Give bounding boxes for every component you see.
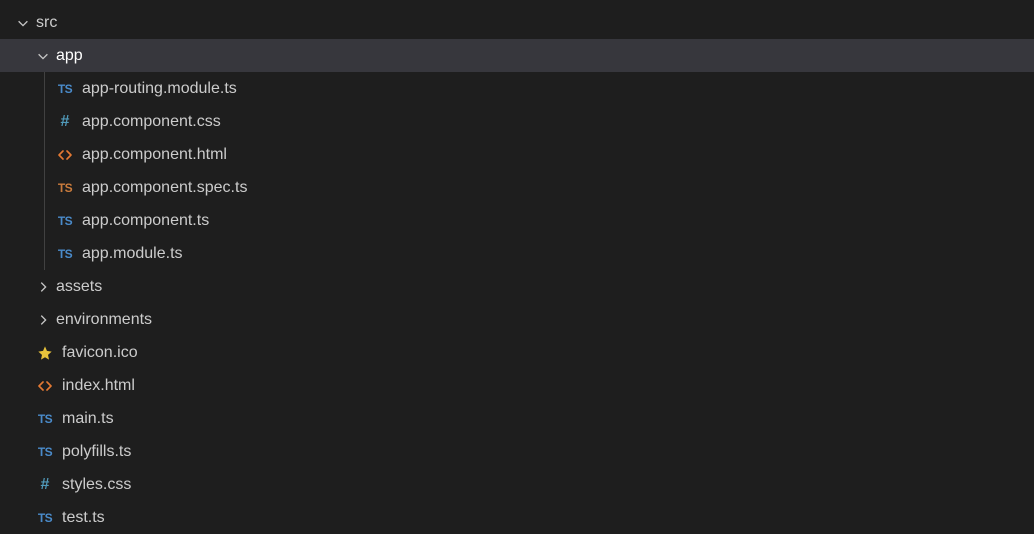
html-icon (54, 144, 76, 166)
tree-file[interactable]: # styles.css (0, 468, 1034, 501)
tree-item-label: app (56, 48, 83, 64)
typescript-icon: TS (34, 408, 56, 430)
tree-folder[interactable]: src (0, 6, 1034, 39)
tree-item-label: app.component.css (82, 114, 221, 130)
chevron-down-icon[interactable] (14, 14, 32, 32)
tree-folder[interactable]: assets (0, 270, 1034, 303)
tree-item-label: styles.css (62, 477, 131, 493)
file-explorer-tree[interactable]: src app TS app-routing.module.ts # app.compon… (0, 0, 1034, 534)
tree-item-label: app.component.spec.ts (82, 180, 247, 196)
tree-item-label: test.ts (62, 510, 105, 526)
tree-file[interactable]: TS main.ts (0, 402, 1034, 435)
chevron-right-icon[interactable] (34, 311, 52, 329)
tree-file[interactable]: TS app.component.spec.ts (0, 171, 1034, 204)
tree-file[interactable]: index.html (0, 369, 1034, 402)
tree-file[interactable]: TS app.component.ts (0, 204, 1034, 237)
tree-item-label: app.component.ts (82, 213, 209, 229)
tree-item-label: main.ts (62, 411, 114, 427)
indent-guide (44, 72, 45, 105)
indent-guide (44, 237, 45, 270)
tree-item-label: assets (56, 279, 102, 295)
tree-file[interactable]: TS test.ts (0, 501, 1034, 534)
typescript-icon: TS (54, 243, 76, 265)
chevron-right-icon[interactable] (34, 278, 52, 296)
tree-item-label: polyfills.ts (62, 444, 131, 460)
tree-file[interactable]: TS app.module.ts (0, 237, 1034, 270)
tree-file[interactable]: favicon.ico (0, 336, 1034, 369)
tree-item-label: app.component.html (82, 147, 227, 163)
typescript-icon: TS (34, 507, 56, 529)
typescript-icon: TS (54, 210, 76, 232)
chevron-down-icon[interactable] (34, 47, 52, 65)
indent-guide (44, 171, 45, 204)
css-icon: # (34, 474, 56, 496)
indent-guide (44, 204, 45, 237)
typescript-icon: TS (34, 441, 56, 463)
tree-folder[interactable]: app (0, 39, 1034, 72)
tree-item-label: favicon.ico (62, 345, 138, 361)
tree-item-label: src (36, 15, 57, 31)
tree-folder[interactable]: environments (0, 303, 1034, 336)
tree-file[interactable]: app.component.html (0, 138, 1034, 171)
tree-item-label: app.module.ts (82, 246, 183, 262)
tree-item-label: index.html (62, 378, 135, 394)
html-icon (34, 375, 56, 397)
typescript-icon: TS (54, 78, 76, 100)
typescript-spec-icon: TS (54, 177, 76, 199)
css-icon: # (54, 111, 76, 133)
favicon-icon (34, 342, 56, 364)
indent-guide (44, 105, 45, 138)
tree-file[interactable]: TS polyfills.ts (0, 435, 1034, 468)
tree-item-label: environments (56, 312, 152, 328)
tree-item-label: app-routing.module.ts (82, 81, 237, 97)
tree-file[interactable]: TS app-routing.module.ts (0, 72, 1034, 105)
indent-guide (44, 138, 45, 171)
tree-file[interactable]: # app.component.css (0, 105, 1034, 138)
